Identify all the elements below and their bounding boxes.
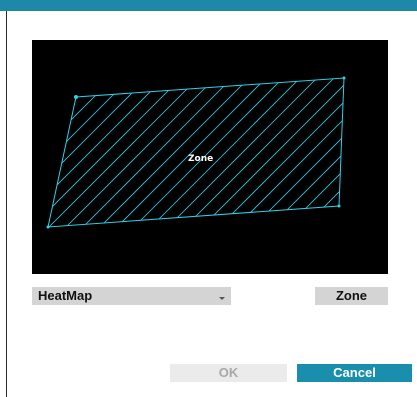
dialog-border: [6, 11, 7, 397]
zone-hatch-line: [48, 78, 67, 227]
zone-hatch-line: [239, 78, 344, 227]
camera-preview[interactable]: Zone: [32, 40, 388, 274]
zone-hatch-line: [376, 40, 388, 274]
zone-hatch-line: [48, 78, 203, 227]
view-mode-select[interactable]: HeatMap: [32, 287, 231, 305]
cancel-button[interactable]: Cancel: [297, 364, 412, 382]
zone-hatch-line: [48, 78, 118, 227]
zone-hatch-line: [48, 78, 101, 227]
zone-label: Zone: [188, 154, 213, 164]
zone-hatch-line: [48, 78, 186, 227]
view-mode-value: HeatMap: [38, 288, 93, 303]
zone-settings-dialog: Zone HeatMap Zone OK Cancel: [0, 0, 417, 397]
zone-button[interactable]: Zone: [315, 287, 388, 305]
zone-vertex-handle[interactable]: [74, 95, 78, 99]
zone-hatch-line: [69, 78, 305, 227]
zone-hatch-line: [48, 78, 254, 227]
zone-polygon[interactable]: [47, 77, 345, 228]
zone-hatch-line: [307, 78, 344, 227]
zone-hatch-line: [324, 78, 344, 227]
zone-hatch-line: [359, 40, 388, 274]
zone-hatch-line: [48, 78, 271, 227]
zone-hatch-line: [48, 78, 152, 227]
zone-hatch-line: [273, 78, 344, 227]
zone-vertex-handle[interactable]: [337, 204, 341, 208]
chevron-down-icon: [219, 297, 225, 300]
zone-hatch-line: [103, 78, 339, 227]
zone-hatch-line: [205, 78, 344, 227]
zone-hatch-line: [48, 78, 169, 227]
zone-vertex-handle[interactable]: [46, 225, 50, 229]
zone-hatch-line: [120, 78, 344, 227]
zone-hatch-line: [48, 78, 84, 227]
zone-hatch-line: [341, 78, 344, 227]
zone-vertex-handle[interactable]: [342, 76, 346, 80]
ok-button[interactable]: OK: [170, 364, 287, 382]
title-bar: [0, 0, 417, 11]
zone-hatch-line: [137, 78, 344, 227]
zone-canvas[interactable]: Zone: [32, 40, 388, 274]
zone-hatch-line: [52, 78, 288, 227]
